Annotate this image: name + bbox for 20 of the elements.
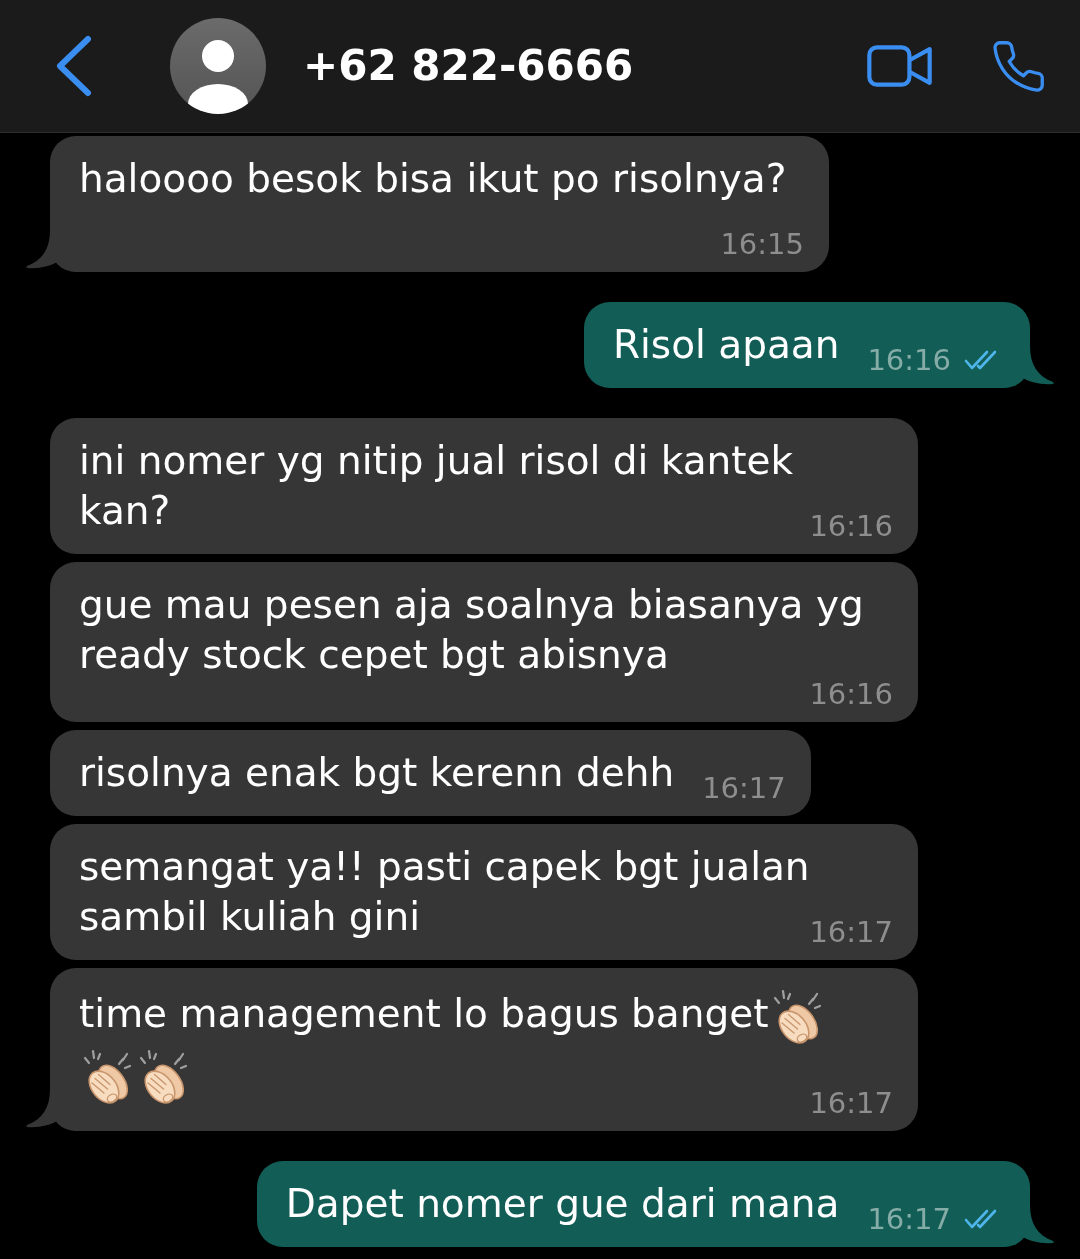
message-time: 16:16 <box>809 679 893 709</box>
message-time: 16:17 <box>702 773 786 803</box>
message-time: 16:17 <box>867 1204 951 1234</box>
message-text: semangat ya!! pasti capek bgt jualan sambil kuliah gini <box>79 844 810 939</box>
message-time: 16:16 <box>809 511 893 541</box>
message-text: risolnya enak bgt kerenn dehh <box>79 750 675 795</box>
message-time: 16:17 <box>809 1088 893 1118</box>
message-text: Dapet nomer gue dari mana <box>285 1181 840 1226</box>
message-time: 16:17 <box>809 917 893 947</box>
message-text: Risol apaan <box>612 322 840 367</box>
video-call-icon[interactable] <box>866 45 933 87</box>
message-time: 16:15 <box>720 229 804 259</box>
avatar-icon[interactable] <box>170 18 266 114</box>
back-icon[interactable] <box>55 35 92 97</box>
message-text: ini nomer yg nitip jual risol di kantek kan? <box>79 438 794 533</box>
message-text: haloooo besok bisa ikut po risolnya? <box>79 156 787 201</box>
message-text: time management lo bagus banget <box>79 990 769 1036</box>
message-text: gue mau pesen aja soalnya biasanya yg ready stock cepet bgt abisnya <box>79 582 864 677</box>
contact-name: +62 822-6666 <box>303 40 634 92</box>
message-time: 16:16 <box>867 345 951 375</box>
